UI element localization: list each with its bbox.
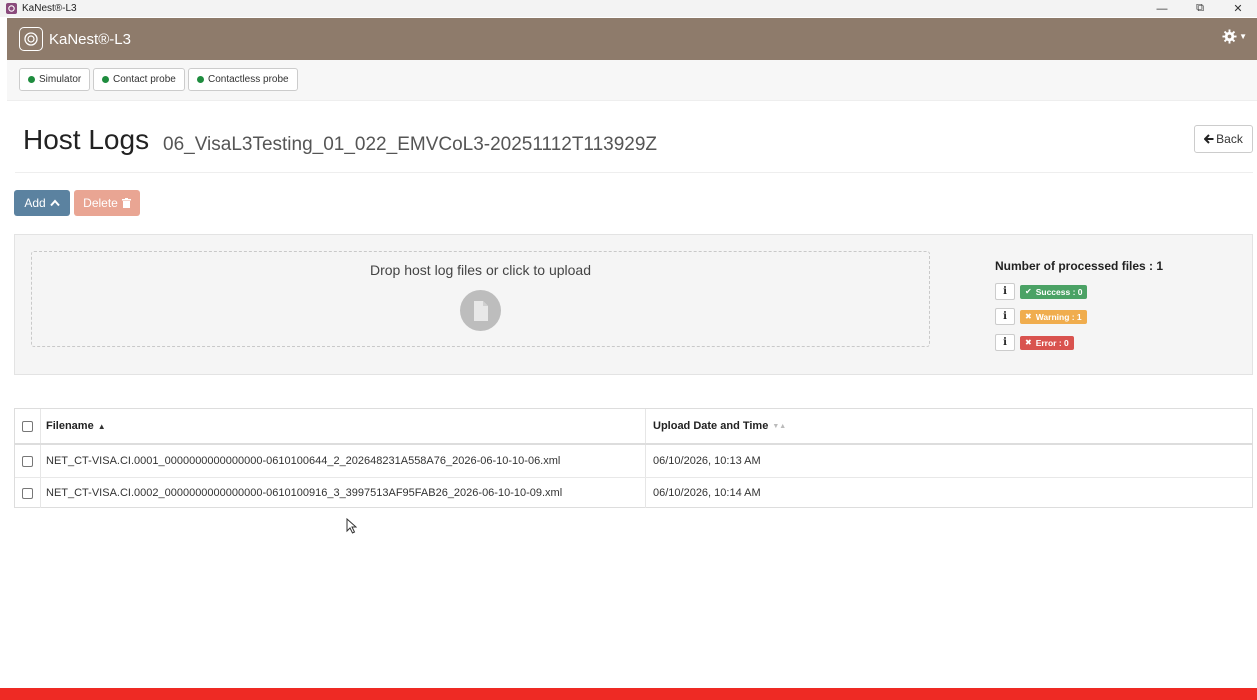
app-header: KaNest®-L3 ▼ [7,18,1257,60]
upload-date-column-header[interactable]: Upload Date and Time ▼▲ [646,409,786,443]
row-check-cell [15,445,41,477]
sort-icon: ▼▲ [772,422,787,430]
dropzone-text: Drop host log files or click to upload [370,262,591,278]
settings-button[interactable]: ▼ [1222,29,1247,44]
x-icon: ✖ [1025,338,1032,347]
probe-contact-button[interactable]: Contact probe [93,68,185,91]
brand-logo-icon [19,27,43,51]
minimize-button[interactable]: — [1143,0,1181,17]
success-info-button[interactable]: i [995,283,1015,300]
filename-column-header[interactable]: Filename ▲ [40,409,646,443]
probe-label: Contact probe [113,74,176,85]
add-button[interactable]: Add [14,190,70,216]
success-label: Success : 0 [1035,286,1083,297]
select-all-cell [15,409,41,443]
gear-icon [1222,29,1237,44]
page-title: Host Logs [23,124,150,155]
upload-date-cell: 06/10/2026, 10:13 AM [653,455,761,467]
delete-button[interactable]: Delete [74,190,140,216]
filename-header-label: Filename [46,420,94,432]
app-icon [6,3,17,14]
chevron-up-icon [49,199,60,207]
filename-cell: NET_CT-VISA.CI.0002_0000000000000000-061… [40,478,646,508]
trash-icon [121,198,131,208]
row-checkbox[interactable] [22,487,33,499]
chevron-down-icon: ▼ [1239,32,1247,41]
error-badge: ✖ Error : 0 [1020,335,1074,350]
table-header-row: Filename ▲ Upload Date and Time ▼▲ [15,409,1252,445]
close-button[interactable]: ✕ [1219,0,1257,17]
delete-label: Delete [83,196,118,210]
status-dot-icon [102,76,109,83]
processed-files-count: Number of processed files : 1 [995,259,1164,273]
warning-row: i ✖ Warning : 1 [995,308,1087,325]
sort-asc-icon: ▲ [97,421,106,431]
upload-dropzone[interactable]: Drop host log files or click to upload [31,251,930,347]
probe-label: Contactless probe [208,74,289,85]
host-logs-table: Filename ▲ Upload Date and Time ▼▲ NET_C… [14,408,1253,508]
bottom-status-bar [0,688,1257,700]
brand-name: KaNest®-L3 [49,30,131,48]
arrow-left-icon [1204,134,1214,144]
file-icon [460,290,501,331]
table-row[interactable]: NET_CT-VISA.CI.0002_0000000000000000-061… [15,478,1252,508]
window-title: KaNest®-L3 [22,3,77,14]
warning-info-button[interactable]: i [995,308,1015,325]
page-subtitle: 06_VisaL3Testing_01_022_EMVCoL3-20251112… [163,134,658,155]
probe-bar: Simulator Contact probe Contactless prob… [7,60,1257,101]
check-icon: ✔ [1025,287,1032,296]
status-dot-icon [28,76,35,83]
restore-button[interactable]: ⧉ [1181,0,1219,17]
select-all-checkbox[interactable] [22,420,33,432]
back-label: Back [1216,132,1243,146]
back-button[interactable]: Back [1194,125,1253,153]
success-badge: ✔ Success : 0 [1020,284,1088,299]
status-dot-icon [197,76,204,83]
probe-contactless-button[interactable]: Contactless probe [188,68,298,91]
row-check-cell [15,478,41,508]
table-row[interactable]: NET_CT-VISA.CI.0001_0000000000000000-061… [15,445,1252,478]
probe-simulator-button[interactable]: Simulator [19,68,91,91]
filename-cell: NET_CT-VISA.CI.0001_0000000000000000-061… [40,445,646,477]
x-icon: ✖ [1025,312,1032,321]
upload-date-cell: 06/10/2026, 10:14 AM [653,487,761,499]
add-label: Add [24,196,46,210]
window-controls: — ⧉ ✕ [1143,0,1257,17]
upload-date-header-label: Upload Date and Time [653,420,769,432]
warning-label: Warning : 1 [1035,311,1082,322]
upload-panel: Drop host log files or click to upload N… [14,234,1253,375]
mouse-cursor-icon [346,518,357,534]
success-row: i ✔ Success : 0 [995,283,1088,300]
row-checkbox[interactable] [22,455,33,467]
error-info-button[interactable]: i [995,334,1015,351]
os-titlebar: KaNest®-L3 — ⧉ ✕ [0,0,1257,17]
error-row: i ✖ Error : 0 [995,334,1074,351]
warning-badge: ✖ Warning : 1 [1020,309,1087,324]
probe-label: Simulator [39,74,82,85]
divider [15,172,1253,173]
error-label: Error : 0 [1035,337,1069,348]
